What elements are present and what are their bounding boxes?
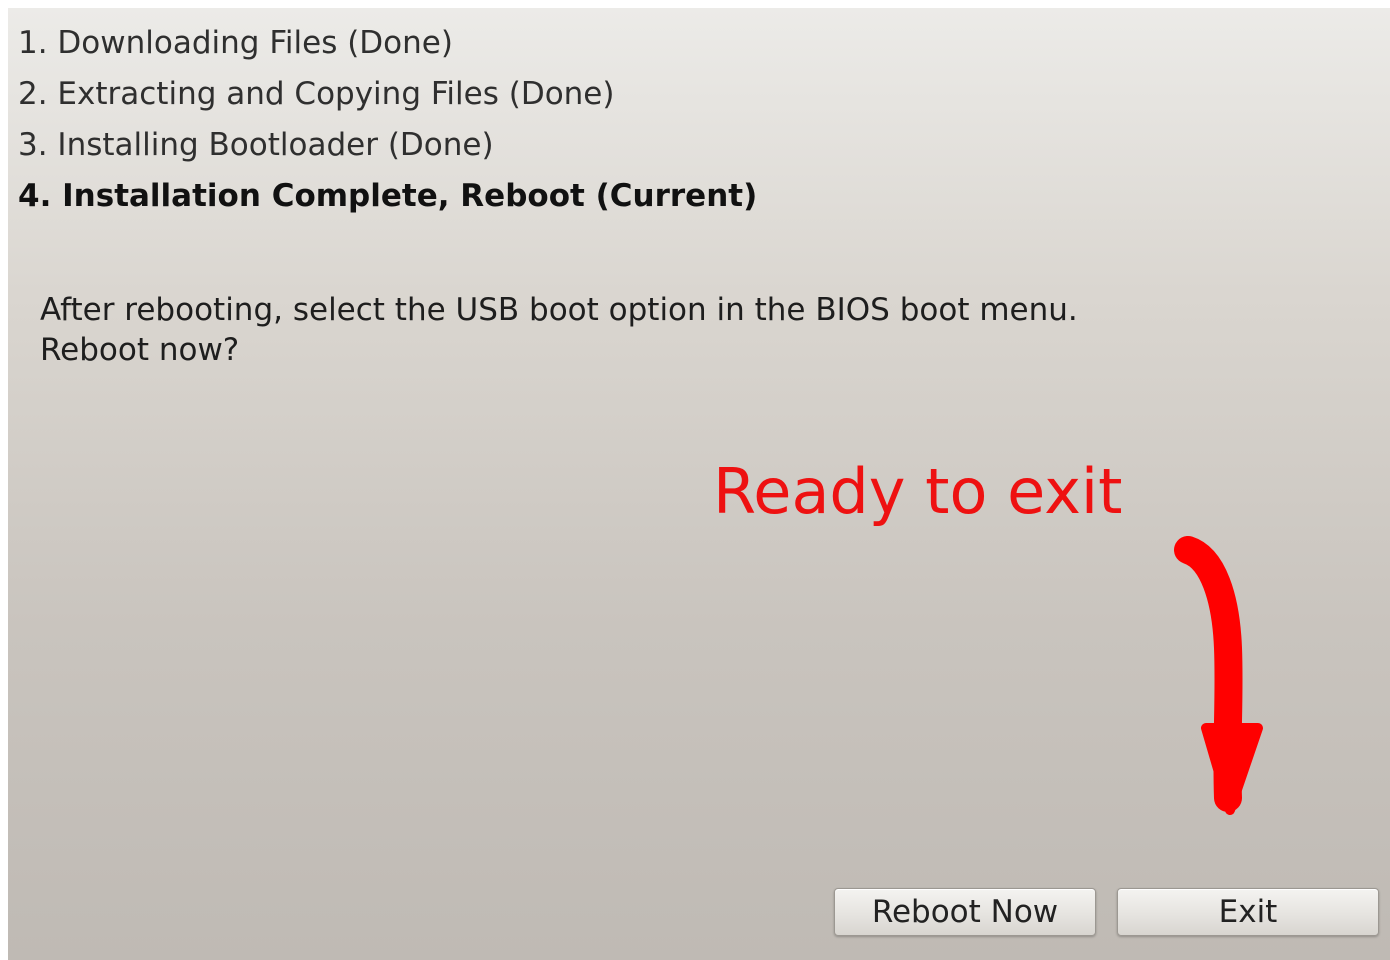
- step-installing-bootloader: 3. Installing Bootloader (Done): [18, 127, 494, 163]
- reboot-instructions-line-1: After rebooting, select the USB boot opt…: [40, 292, 1078, 328]
- ready-to-exit-annotation: Ready to exit: [713, 455, 1123, 528]
- reboot-instructions: After rebooting, select the USB boot opt…: [40, 290, 1078, 370]
- step-downloading-files: 1. Downloading Files (Done): [18, 25, 453, 61]
- exit-button[interactable]: Exit: [1117, 888, 1379, 936]
- reboot-question: Reboot now?: [40, 332, 240, 368]
- reboot-now-button[interactable]: Reboot Now: [834, 888, 1096, 936]
- down-arrow-icon: [1174, 536, 1263, 815]
- step-extracting-copying-files: 2. Extracting and Copying Files (Done): [18, 76, 615, 112]
- progress-steps-list: 1. Downloading Files (Done) 2. Extractin…: [18, 18, 757, 222]
- step-installation-complete-current: 4. Installation Complete, Reboot (Curren…: [18, 178, 758, 214]
- installer-window: 1. Downloading Files (Done) 2. Extractin…: [8, 8, 1390, 960]
